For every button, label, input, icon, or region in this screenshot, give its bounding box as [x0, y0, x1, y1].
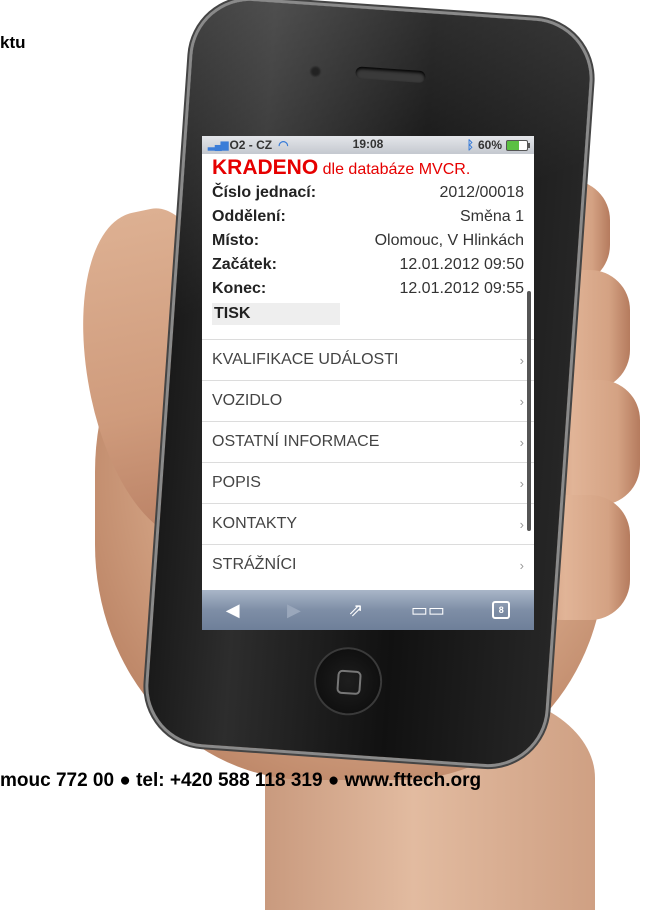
top-text-fragment: ktu	[0, 33, 26, 52]
page-content: KRADENO dle databáze MVCR. Číslo jednací…	[202, 154, 534, 325]
detail-row-end: Konec: 12.01.2012 09:55	[212, 277, 524, 301]
chevron-right-icon: ›	[519, 475, 524, 491]
detail-row-case-number: Číslo jednací: 2012/00018	[212, 181, 524, 205]
detail-row-start: Začátek: 12.01.2012 09:50	[212, 253, 524, 277]
chevron-right-icon: ›	[519, 434, 524, 450]
title-status: KRADENO	[212, 156, 319, 179]
forward-arrow-icon[interactable]: ▶	[287, 600, 301, 621]
detail-row-department: Oddělení: Směna 1	[212, 205, 524, 229]
status-bar: ▂▄▆ O2 - CZ ◠ 19:08 ᛒ 60%	[202, 136, 534, 154]
menu-item-label: POPIS	[212, 474, 261, 491]
browser-toolbar: ◀ ▶ ⇗ ▭▭ 8	[202, 590, 534, 630]
chevron-right-icon: ›	[519, 393, 524, 409]
tabs-icon[interactable]: 8	[492, 601, 511, 619]
detail-value: Olomouc, V Hlinkách	[374, 232, 524, 249]
detail-row-place: Místo: Olomouc, V Hlinkách	[212, 229, 524, 253]
detail-value: 12.01.2012 09:50	[399, 256, 524, 273]
print-button[interactable]: TISK	[212, 303, 340, 325]
menu-item-label: KONTAKTY	[212, 515, 298, 532]
phone-screen: ▂▄▆ O2 - CZ ◠ 19:08 ᛒ 60% KRADENO dle da…	[202, 136, 534, 630]
menu-item-label: VOZIDLO	[212, 392, 283, 409]
battery-icon	[506, 139, 530, 151]
detail-label: Konec:	[212, 280, 267, 297]
title-source: dle databáze MVCR.	[322, 161, 471, 178]
detail-value: 12.01.2012 09:55	[399, 280, 524, 297]
detail-value: Směna 1	[459, 208, 524, 225]
footer-contact-text: mouc 772 00 ● tel: +420 588 118 319 ● ww…	[0, 770, 482, 791]
chevron-right-icon: ›	[519, 352, 524, 368]
menu-item-straznici[interactable]: STRÁŽNÍCI ›	[202, 544, 534, 585]
detail-label: Místo:	[212, 232, 260, 249]
menu-item-label: OSTATNÍ INFORMACE	[212, 433, 380, 450]
page-title: KRADENO dle databáze MVCR.	[212, 155, 524, 181]
menu-item-label: KVALIFIKACE UDÁLOSTI	[212, 351, 399, 368]
detail-value: 2012/00018	[439, 184, 524, 201]
section-menu: KVALIFIKACE UDÁLOSTI › VOZIDLO › OSTATNÍ…	[202, 339, 534, 585]
share-icon[interactable]: ⇗	[348, 600, 363, 621]
chevron-right-icon: ›	[519, 516, 524, 532]
home-square-icon	[336, 669, 362, 696]
scrollbar[interactable]	[527, 291, 531, 531]
status-time: 19:08	[352, 137, 384, 151]
menu-item-kontakty[interactable]: KONTAKTY ›	[202, 503, 534, 544]
detail-label: Číslo jednací:	[212, 184, 317, 201]
menu-item-label: STRÁŽNÍCI	[212, 556, 297, 573]
menu-item-kvalifikace[interactable]: KVALIFIKACE UDÁLOSTI ›	[202, 339, 534, 380]
menu-item-ostatni-informace[interactable]: OSTATNÍ INFORMACE ›	[202, 421, 534, 462]
chevron-right-icon: ›	[519, 557, 524, 573]
menu-item-vozidlo[interactable]: VOZIDLO ›	[202, 380, 534, 421]
bookmarks-icon[interactable]: ▭▭	[411, 600, 445, 621]
detail-label: Začátek:	[212, 256, 277, 273]
back-arrow-icon[interactable]: ◀	[226, 600, 240, 621]
detail-label: Oddělení:	[212, 208, 286, 225]
menu-item-popis[interactable]: POPIS ›	[202, 462, 534, 503]
